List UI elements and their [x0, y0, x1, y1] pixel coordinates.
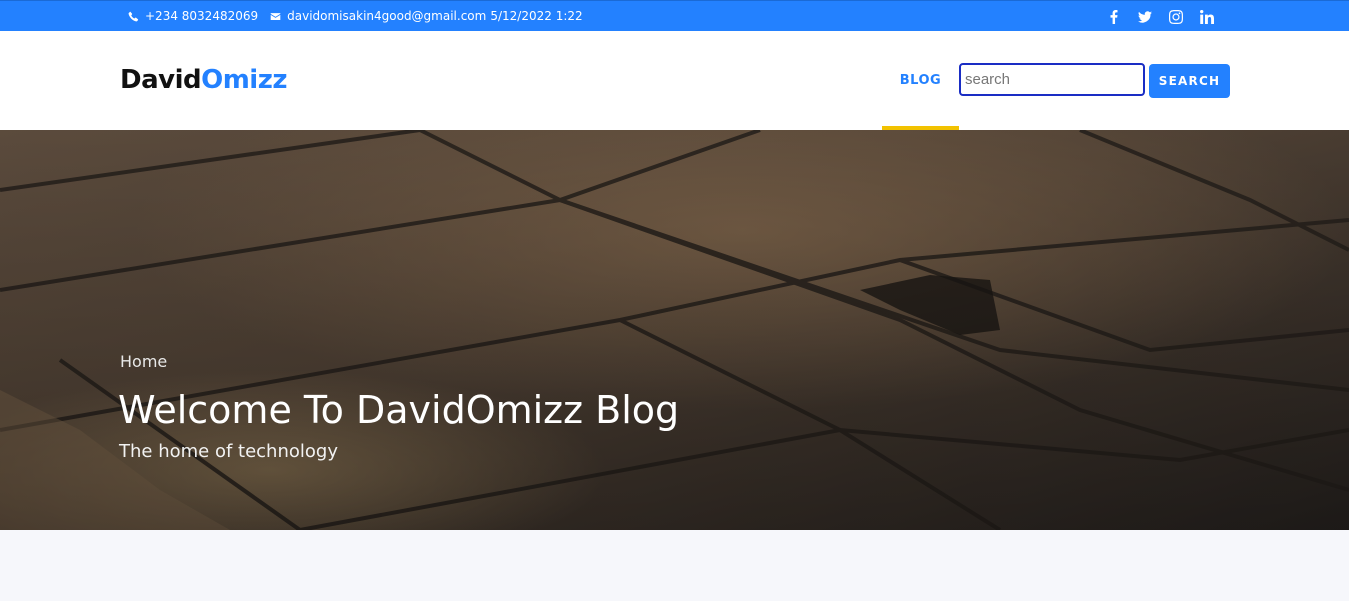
social-links: [1098, 8, 1222, 26]
content-area: [0, 530, 1349, 601]
site-logo[interactable]: DavidOmizz: [120, 65, 287, 95]
instagram-icon[interactable]: [1160, 8, 1191, 26]
breadcrumb[interactable]: Home: [120, 352, 167, 371]
hero-subtitle: The home of technology: [119, 441, 338, 462]
linkedin-icon[interactable]: [1191, 8, 1222, 26]
facebook-icon[interactable]: [1098, 8, 1129, 26]
phone-icon: [128, 11, 139, 21]
site-header: DavidOmizz BLOG SEARCH: [0, 31, 1349, 130]
hero-title: Welcome To DavidOmizz Blog: [118, 388, 680, 432]
top-bar: +234 8032482069 davidomisakin4good@gmail…: [0, 0, 1349, 31]
envelope-icon: [270, 12, 281, 20]
hero-background-image: [0, 130, 1349, 530]
search-button[interactable]: SEARCH: [1149, 64, 1230, 98]
twitter-icon[interactable]: [1129, 8, 1160, 26]
logo-text-second: Omizz: [201, 65, 287, 95]
phone-number: +234 8032482069: [145, 9, 259, 23]
current-datetime: 5/12/2022 1:22: [490, 9, 583, 23]
search-input[interactable]: [959, 63, 1145, 96]
email-address: davidomisakin4good@gmail.com: [287, 9, 487, 23]
nav-blog-link[interactable]: BLOG: [882, 31, 959, 130]
logo-text-first: David: [120, 65, 202, 95]
hero-banner: Home Welcome To DavidOmizz Blog The home…: [0, 130, 1349, 530]
contact-info: +234 8032482069 davidomisakin4good@gmail…: [128, 9, 583, 23]
